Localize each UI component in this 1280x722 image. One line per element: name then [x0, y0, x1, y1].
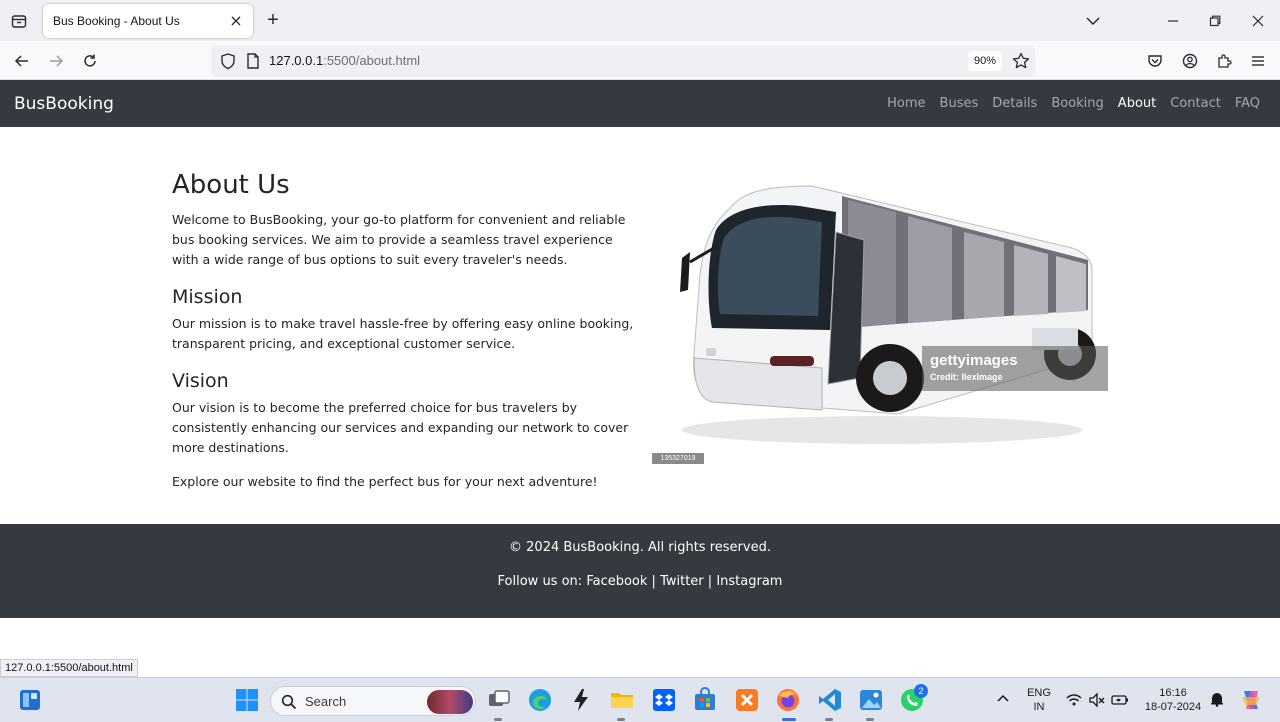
- site-brand-link[interactable]: BusBooking: [14, 94, 114, 114]
- intro-paragraph: Welcome to BusBooking, your go-to platfo…: [172, 212, 626, 267]
- back-arrow-icon[interactable]: [11, 50, 33, 72]
- language-code: ENG: [1027, 687, 1051, 699]
- region-code: IN: [1033, 701, 1045, 713]
- bus-photo: gettyimages Credit: IlexImage 135327019: [652, 178, 1108, 466]
- page-info-icon[interactable]: [245, 52, 261, 70]
- dropbox-icon[interactable]: [651, 687, 677, 713]
- forward-arrow-icon[interactable]: [45, 50, 67, 72]
- menu-hamburger-icon[interactable]: [1247, 50, 1269, 72]
- whatsapp-notification-badge: 2: [914, 684, 928, 698]
- input-language-indicator[interactable]: ENG IN: [1022, 686, 1056, 714]
- explore-paragraph: Explore our website to find the perfect …: [172, 474, 598, 489]
- clock-date: 18-07-2024: [1144, 701, 1202, 713]
- vision-heading: Vision: [172, 370, 229, 392]
- bookmark-star-icon[interactable]: [1011, 51, 1031, 71]
- close-tab-icon[interactable]: ×: [229, 13, 243, 29]
- windows-start-icon[interactable]: [234, 687, 260, 713]
- close-window-button[interactable]: [1245, 8, 1271, 34]
- xampp-icon[interactable]: [734, 687, 760, 713]
- explorer-running-indicator: [617, 718, 625, 721]
- reload-icon[interactable]: [79, 50, 101, 72]
- url-host: 127.0.0.1: [269, 53, 324, 68]
- extensions-puzzle-icon[interactable]: [1213, 50, 1235, 72]
- firefox-active-indicator: [782, 718, 796, 721]
- nav-link-buses[interactable]: Buses: [940, 96, 979, 111]
- chevron-up-icon[interactable]: [994, 690, 1012, 708]
- facebook-link[interactable]: Facebook: [586, 574, 647, 589]
- url-path: :5500/about.html: [323, 53, 421, 68]
- clock-time: 16:16: [1159, 687, 1187, 699]
- footer-social: Follow us on: Facebook | Twitter | Insta…: [0, 574, 1280, 589]
- battery-charging-icon[interactable]: [1111, 691, 1129, 709]
- taskview-running-indicator: [494, 718, 502, 721]
- footer-copyright: © 2024 BusBooking. All rights reserved.: [509, 540, 771, 555]
- nav-link-home[interactable]: Home: [887, 96, 925, 111]
- vscode-icon[interactable]: [817, 687, 843, 713]
- app-bolt-icon[interactable]: [568, 687, 594, 713]
- windows-taskbar: Search 2 ENG IN 16:16 18-07-2024: [0, 677, 1280, 722]
- vscode-running-indicator: [825, 718, 833, 721]
- vision-paragraph: Our vision is to become the preferred ch…: [172, 400, 629, 455]
- account-icon[interactable]: [1179, 50, 1201, 72]
- mission-heading: Mission: [172, 286, 243, 308]
- task-view-icon[interactable]: [486, 687, 512, 713]
- tab-title: Bus Booking - About Us: [53, 14, 180, 28]
- zoom-level-badge[interactable]: 90%: [968, 51, 1002, 71]
- clock[interactable]: 16:16 18-07-2024: [1140, 686, 1206, 714]
- photos-app-icon[interactable]: [858, 687, 884, 713]
- search-highlight-image: [427, 690, 473, 714]
- file-explorer-icon[interactable]: [609, 687, 635, 713]
- nav-link-about[interactable]: About: [1118, 96, 1156, 111]
- browser-toolbar: 127.0.0.1:5500/about.html 90%: [0, 41, 1280, 80]
- minimize-window-button[interactable]: [1160, 8, 1186, 34]
- tab-list-icon[interactable]: [8, 10, 30, 32]
- getty-watermark: gettyimages: [930, 352, 1018, 369]
- site-nav-links: Home Buses Details Booking About Contact…: [873, 96, 1260, 111]
- wifi-icon[interactable]: [1065, 691, 1083, 709]
- site-footer: © 2024 BusBooking. All rights reserved. …: [0, 524, 1280, 618]
- browser-tab-strip: Bus Booking - About Us × +: [0, 0, 1280, 41]
- nav-link-faq[interactable]: FAQ: [1235, 96, 1260, 111]
- nav-link-contact[interactable]: Contact: [1170, 96, 1221, 111]
- footer-separator: |: [651, 574, 656, 589]
- search-placeholder: Search: [305, 694, 347, 709]
- site-navbar: BusBooking Home Buses Details Booking Ab…: [0, 80, 1280, 127]
- notification-bell-icon[interactable]: [1208, 690, 1226, 708]
- address-bar[interactable]: 127.0.0.1:5500/about.html 90%: [211, 45, 1035, 77]
- twitter-link[interactable]: Twitter: [660, 574, 704, 589]
- nav-link-booking[interactable]: Booking: [1051, 96, 1103, 111]
- edge-browser-icon[interactable]: [527, 687, 553, 713]
- follow-label: Follow us on:: [497, 574, 583, 589]
- image-stock-id: 135327019: [652, 453, 704, 464]
- copilot-icon[interactable]: [1238, 687, 1264, 713]
- photos-running-indicator: [866, 718, 874, 721]
- tracking-protection-shield-icon[interactable]: [219, 52, 237, 70]
- firefox-icon[interactable]: [775, 687, 801, 713]
- footer-separator: |: [707, 574, 713, 589]
- instagram-link[interactable]: Instagram: [716, 574, 782, 589]
- widgets-icon[interactable]: [18, 688, 42, 712]
- page-title: About Us: [172, 170, 290, 200]
- new-tab-button[interactable]: +: [262, 9, 284, 31]
- taskbar-search-box[interactable]: Search: [270, 686, 476, 716]
- mission-paragraph: Our mission is to make travel hassle-fre…: [172, 316, 634, 351]
- image-credit: Credit: IlexImage: [930, 372, 1003, 382]
- status-bar-url: 127.0.0.1:5500/about.html: [0, 659, 138, 677]
- microsoft-store-icon[interactable]: [692, 687, 718, 713]
- url-text[interactable]: 127.0.0.1:5500/about.html: [269, 53, 420, 68]
- chevron-down-icon[interactable]: [1084, 12, 1102, 30]
- restore-window-button[interactable]: [1202, 8, 1228, 34]
- about-content: About Us Welcome to BusBooking, your go-…: [172, 168, 642, 492]
- pocket-icon[interactable]: [1144, 50, 1166, 72]
- search-icon: [281, 694, 297, 710]
- speaker-muted-icon[interactable]: [1088, 691, 1106, 709]
- browser-tab-active[interactable]: Bus Booking - About Us ×: [43, 4, 253, 38]
- nav-link-details[interactable]: Details: [992, 96, 1037, 111]
